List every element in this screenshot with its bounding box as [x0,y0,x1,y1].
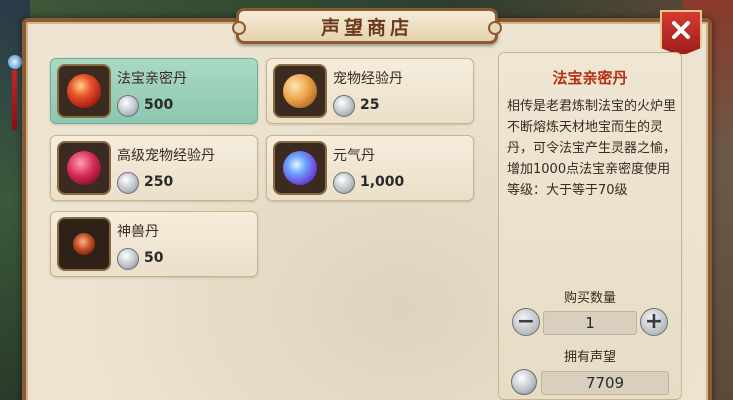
reputation-coin-icon [333,95,355,117]
item-icon-frame [57,217,111,271]
orange-pills-icon [283,74,317,108]
item-price: 25 [360,97,380,113]
minus-icon: − [516,309,536,334]
item-icon-frame [273,64,327,118]
jade-ornament-icon [8,55,22,69]
quantity-decrease-button[interactable]: − [512,308,540,336]
shop-item-fabao-qinmi-dan[interactable]: 法宝亲密丹 500 [50,58,258,124]
red-berries-icon [67,151,101,185]
quantity-increase-button[interactable]: + [640,308,668,336]
item-price: 250 [144,174,174,190]
shop-item-chongwu-jingyan-dan[interactable]: 宠物经验丹 25 [266,58,474,124]
item-name: 神兽丹 [117,224,159,240]
shop-item-gaoji-chongwu-jingyan-dan[interactable]: 高级宠物经验丹 250 [50,135,258,201]
item-price: 500 [144,97,174,113]
quantity-label: 购买数量 [563,291,616,306]
reputation-coin-icon [117,248,139,270]
reputation-coin-icon [333,172,355,194]
item-price: 50 [144,250,164,266]
reputation-label: 拥有声望 [563,350,616,365]
detail-title: 法宝亲密丹 [552,69,628,87]
shop-title: 声望商店 [320,16,413,39]
reputation-value: 7709 [541,371,669,395]
close-icon [672,21,690,39]
item-price: 1,000 [360,174,405,190]
dark-red-flower-icon [73,233,95,255]
item-name: 高级宠物经验丹 [117,148,215,164]
item-detail-panel: 法宝亲密丹 相传是老君炼制法宝的火炉里不断熔炼天材地宝而生的灵丹，可令法宝产生灵… [498,52,682,400]
detail-description: 相传是老君炼制法宝的火炉里不断熔炼天材地宝而生的灵丹，可令法宝产生灵器之愉，增加… [507,99,677,198]
item-icon-frame [273,141,327,195]
blue-orb-icon [283,151,317,185]
item-icon-frame [57,141,111,195]
title-plaque: 声望商店 [232,8,502,44]
reputation-coin-icon [117,172,139,194]
red-tassel-decoration [12,70,17,130]
reputation-coin-icon [511,369,537,395]
shop-item-yuanqi-dan[interactable]: 元气丹 1,000 [266,135,474,201]
reputation-coin-icon [117,95,139,117]
item-icon-frame [57,64,111,118]
item-name: 元气丹 [333,148,375,164]
close-button[interactable] [660,10,702,56]
red-pill-icon [67,74,101,108]
item-name: 宠物经验丹 [333,71,403,87]
quantity-input[interactable]: 1 [543,311,637,335]
shop-item-shenshou-dan[interactable]: 神兽丹 50 [50,211,258,277]
plus-icon: + [644,309,664,334]
item-name: 法宝亲密丹 [117,71,187,87]
